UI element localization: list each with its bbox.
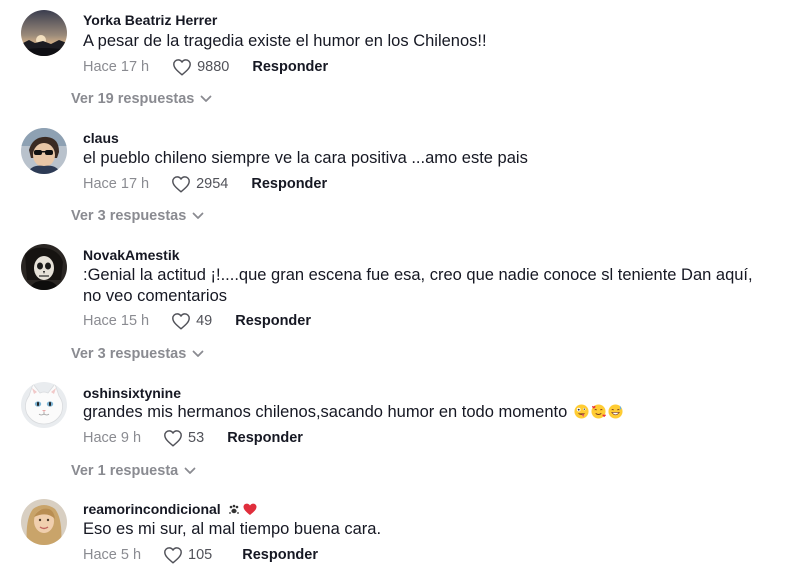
blonde-woman-avatar bbox=[21, 499, 67, 545]
comment-username[interactable]: claus bbox=[83, 130, 119, 146]
view-replies-label: Ver 3 respuestas bbox=[71, 208, 187, 224]
view-replies-label: Ver 1 respuesta bbox=[71, 463, 179, 479]
heart-icon bbox=[164, 430, 182, 447]
paw-prints-emoji bbox=[228, 504, 239, 514]
comment-username[interactable]: Yorka Beatriz Herrer bbox=[83, 12, 217, 28]
like-count: 2954 bbox=[196, 176, 229, 192]
comment-list: Yorka Beatriz Herrer A pesar de la trage… bbox=[0, 0, 800, 573]
like-button[interactable]: 49 bbox=[171, 312, 212, 330]
like-button[interactable]: 2954 bbox=[171, 175, 228, 193]
comment-username[interactable]: oshinsixtynine bbox=[83, 385, 181, 401]
chevron-down-icon bbox=[184, 467, 196, 474]
comment-text: el pueblo chileno siempre ve la cara pos… bbox=[83, 149, 528, 167]
comment-username[interactable]: reamorincondicional bbox=[83, 501, 257, 517]
skull-face-avatar bbox=[21, 244, 67, 290]
user-avatar[interactable] bbox=[21, 499, 67, 545]
comment-time: Hace 15 h bbox=[83, 313, 150, 329]
comment-time: Hace 9 h bbox=[83, 430, 142, 446]
red-heart-emoji bbox=[243, 503, 257, 515]
user-avatar[interactable] bbox=[21, 128, 67, 174]
like-button[interactable]: 105 bbox=[163, 546, 212, 564]
like-count: 49 bbox=[196, 313, 213, 329]
view-replies-button[interactable]: Ver 3 respuestas bbox=[71, 208, 204, 224]
comment-meta: Hace 15 h 49 Responder bbox=[83, 311, 311, 331]
heart-icon bbox=[172, 313, 191, 330]
comment-text: Eso es mi sur, al mal tiempo buena cara. bbox=[83, 520, 382, 538]
person-sunglasses-avatar bbox=[21, 128, 67, 174]
heart-icon bbox=[164, 547, 182, 564]
reply-button[interactable]: Responder bbox=[242, 547, 318, 563]
comment-username-text: reamorincondicional bbox=[83, 501, 221, 517]
reply-button[interactable]: Responder bbox=[251, 176, 327, 192]
comment-time: Hace 5 h bbox=[83, 547, 142, 563]
sunset-landscape-avatar bbox=[21, 10, 67, 56]
like-button[interactable]: 53 bbox=[163, 429, 204, 447]
comment-username[interactable]: NovakAmestik bbox=[83, 247, 180, 263]
heart-icon bbox=[172, 176, 191, 193]
user-avatar[interactable] bbox=[21, 244, 67, 290]
comment-time: Hace 17 h bbox=[83, 176, 150, 192]
smiling-face-with-hearts-emoji bbox=[591, 404, 606, 419]
white-cat-avatar bbox=[21, 382, 67, 428]
view-replies-button[interactable]: Ver 19 respuestas bbox=[71, 91, 212, 107]
reply-button[interactable]: Responder bbox=[227, 430, 303, 446]
view-replies-label: Ver 3 respuestas bbox=[71, 346, 187, 362]
heart-icon bbox=[173, 59, 192, 76]
reply-button[interactable]: Responder bbox=[252, 59, 328, 75]
like-count: 53 bbox=[188, 430, 205, 446]
zany-face-emoji bbox=[574, 404, 589, 419]
comment-text: grandes mis hermanos chilenos,sacando hu… bbox=[83, 402, 783, 423]
comment-meta: Hace 17 h 9880 Responder bbox=[83, 57, 328, 77]
reply-button[interactable]: Responder bbox=[235, 313, 311, 329]
comment-text: A pesar de la tragedia existe el humor e… bbox=[83, 32, 487, 50]
comment-meta: Hace 9 h 53 Responder bbox=[83, 428, 303, 448]
like-count: 105 bbox=[188, 547, 213, 563]
comment-meta: Hace 5 h 105 Responder bbox=[83, 545, 318, 565]
grinning-sweat-emoji bbox=[608, 404, 623, 419]
view-replies-button[interactable]: Ver 3 respuestas bbox=[71, 346, 204, 362]
like-count: 9880 bbox=[197, 59, 230, 75]
comment-text: :Genial la actitud ¡!....que gran escena… bbox=[83, 266, 753, 305]
chevron-down-icon bbox=[200, 95, 212, 102]
view-replies-label: Ver 19 respuestas bbox=[71, 91, 195, 107]
comment-meta: Hace 17 h 2954 Responder bbox=[83, 174, 327, 194]
chevron-down-icon bbox=[192, 212, 204, 219]
comment-time: Hace 17 h bbox=[83, 59, 150, 75]
user-avatar[interactable] bbox=[21, 382, 67, 428]
view-replies-button[interactable]: Ver 1 respuesta bbox=[71, 463, 196, 479]
like-button[interactable]: 9880 bbox=[172, 58, 229, 76]
user-avatar[interactable] bbox=[21, 10, 67, 56]
comment-text-content: grandes mis hermanos chilenos,sacando hu… bbox=[83, 403, 568, 421]
chevron-down-icon bbox=[192, 350, 204, 357]
